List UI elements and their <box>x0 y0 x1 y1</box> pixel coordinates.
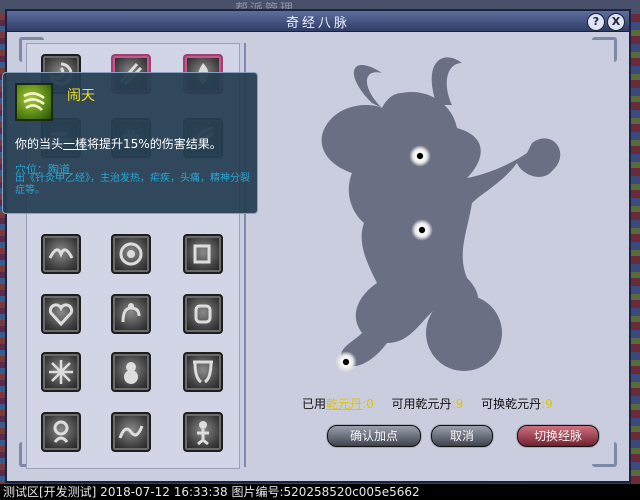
used-value: :0 <box>362 397 374 411</box>
tooltip-description: 你的当头一棒将提升15%的伤害结果。 <box>15 135 222 152</box>
tooltip-skill-icon <box>15 83 53 121</box>
status-bar: 测试区[开发测试] 2018-07-12 16:33:38 图片编号:52025… <box>0 484 640 500</box>
meridian-point[interactable] <box>411 219 433 241</box>
halo-icon <box>53 420 69 443</box>
acupoint-slot[interactable] <box>183 352 223 392</box>
acupoint-slot[interactable] <box>41 352 81 392</box>
gourd-icon <box>124 362 138 384</box>
available-label: 可用乾元丹 <box>391 397 452 411</box>
switch-meridian-button[interactable]: 切换经脉 <box>517 425 599 447</box>
exchangeable-value: :9 <box>541 397 553 411</box>
confirm-points-button[interactable]: 确认加点 <box>327 425 421 447</box>
warrior-icon <box>197 421 209 446</box>
qianyuan-pill-link[interactable]: 乾元丹 <box>326 397 362 411</box>
tooltip-skill-name: 闹天 <box>67 88 95 104</box>
meridian-point[interactable] <box>335 351 357 373</box>
storm-icon <box>23 92 45 111</box>
cancel-button[interactable]: 取消 <box>431 425 493 447</box>
strength-icon <box>121 303 141 323</box>
dragon-icon <box>118 425 144 439</box>
acupoint-slot[interactable] <box>41 234 81 274</box>
acupoint-slot[interactable] <box>111 412 151 452</box>
available-pills: 可用乾元丹:9 <box>392 397 464 411</box>
acupoint-slot[interactable] <box>41 412 81 452</box>
monkey-silhouette-icon <box>321 57 561 371</box>
used-label: 已用 <box>302 397 327 411</box>
acupoint-slot[interactable] <box>41 294 81 334</box>
bird-icon <box>48 248 74 259</box>
game-background-right <box>630 14 640 484</box>
fist-icon <box>194 304 212 324</box>
vortex-icon <box>119 242 143 266</box>
acupoint-slot[interactable] <box>183 234 223 274</box>
scroll-icon <box>193 244 211 264</box>
used-pills: 已用乾元丹:0 <box>302 397 374 411</box>
skill-tooltip: 闹天 你的当头一棒将提升15%的伤害结果。 穴位：陶道 出《针灸甲乙经》，主治发… <box>2 72 258 214</box>
desc-after: 将提升15%的伤害结果。 <box>87 137 222 151</box>
acupoint-slot[interactable] <box>183 294 223 334</box>
desc-before: 你的当头 <box>15 137 64 151</box>
close-button[interactable]: X <box>607 13 625 31</box>
desc-underlined: 一棒 <box>63 137 88 151</box>
acupoint-slot[interactable] <box>111 352 151 392</box>
title-bar[interactable]: 奇经八脉 ? X <box>7 11 629 32</box>
acupoint-slot[interactable] <box>183 412 223 452</box>
exchangeable-label: 可换乾元丹 <box>481 397 542 411</box>
heart-icon <box>48 303 74 327</box>
meridian-point[interactable] <box>409 145 431 167</box>
meridian-figure <box>252 43 618 403</box>
available-value: :9 <box>451 397 464 411</box>
pill-counters: 已用乾元丹:0 可用乾元丹:9 可换乾元丹:9 <box>302 395 567 412</box>
tooltip-detail: 出《针灸甲乙经》，主治发热，疟疾，头痛，精神分裂症等。 <box>15 173 250 196</box>
window-title: 奇经八脉 <box>285 16 350 31</box>
burst-icon <box>49 360 73 384</box>
curtain-icon <box>193 360 213 384</box>
corner-ornament <box>592 442 617 467</box>
exchangeable-pills: 可换乾元丹:9 <box>481 397 553 411</box>
help-button[interactable]: ? <box>587 13 605 31</box>
acupoint-slot[interactable] <box>111 294 151 334</box>
acupoint-slot[interactable] <box>111 234 151 274</box>
